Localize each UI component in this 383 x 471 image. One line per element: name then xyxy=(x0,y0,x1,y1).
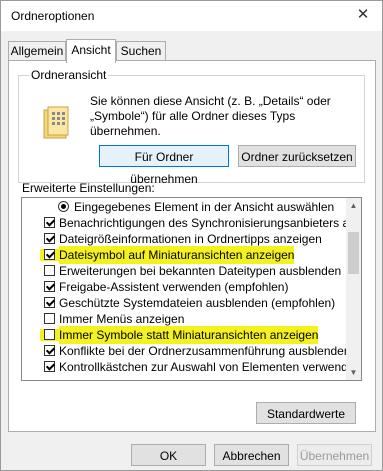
checkbox[interactable] xyxy=(44,217,55,228)
ok-button[interactable]: OK xyxy=(131,444,206,466)
reset-folders-button[interactable]: Ordner zurücksetzen xyxy=(238,145,356,167)
checkbox[interactable] xyxy=(44,313,55,324)
apply-button[interactable]: Übernehmen xyxy=(297,444,372,466)
list-item[interactable]: Kontrollkästchen zur Auswahl von Element… xyxy=(22,358,361,376)
title-bar: Ordneroptionen ✕ xyxy=(1,1,382,31)
scroll-up-arrow-icon[interactable]: ▲ xyxy=(346,198,361,213)
folder-view-description: Sie können diese Ansicht (z. B. „Details… xyxy=(90,94,352,139)
checkbox[interactable] xyxy=(44,361,55,372)
tab-ansicht[interactable]: Ansicht xyxy=(66,39,116,63)
checkbox[interactable] xyxy=(44,249,55,260)
folder-view-line-2: „Symbole“) für alle Ordner dieses Typs ü… xyxy=(90,109,296,138)
checkbox[interactable] xyxy=(44,265,55,276)
checkbox[interactable] xyxy=(44,345,55,356)
window-title: Ordneroptionen xyxy=(11,9,95,23)
scroll-down-arrow-icon[interactable]: ▼ xyxy=(346,365,361,380)
checkbox[interactable] xyxy=(44,297,55,308)
folder-view-line-1: Sie können diese Ansicht (z. B. „Details… xyxy=(90,94,331,108)
checkbox[interactable] xyxy=(44,233,55,244)
folder-icon xyxy=(43,106,69,139)
radio-button[interactable] xyxy=(58,201,69,212)
checkbox[interactable] xyxy=(44,281,55,292)
apply-to-folders-button[interactable]: Für Ordner übernehmen xyxy=(99,145,229,186)
tab-allgemein[interactable]: Allgemein xyxy=(8,41,66,61)
vertical-scrollbar[interactable]: ▲ ▼ xyxy=(346,198,361,380)
advanced-settings-label: Erweiterte Einstellungen: xyxy=(22,181,155,195)
advanced-settings-list[interactable]: Eingegebenes Element in der Ansicht ausw… xyxy=(21,197,362,381)
cancel-button[interactable]: Abbrechen xyxy=(214,444,289,466)
close-icon[interactable]: ✕ xyxy=(352,4,374,26)
scrollbar-thumb[interactable] xyxy=(348,232,359,274)
folder-view-label: Ordneransicht xyxy=(29,68,109,82)
defaults-button[interactable]: Standardwerte xyxy=(256,402,356,424)
folder-options-dialog: Ordneroptionen ✕ Allgemein Ansicht Suche… xyxy=(0,0,383,471)
folder-view-group: Ordneransicht Sie können diese Ansicht (… xyxy=(18,68,365,186)
tab-suchen[interactable]: Suchen xyxy=(116,41,166,61)
checkbox[interactable] xyxy=(44,329,55,340)
tab-panel-ansicht: Ordneransicht Sie können diese Ansicht (… xyxy=(8,60,376,432)
